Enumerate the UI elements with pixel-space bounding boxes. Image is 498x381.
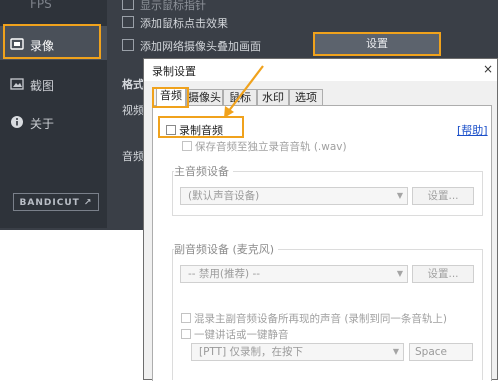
highlight-box-record-audio [158, 116, 244, 138]
push-to-talk-checkbox[interactable] [181, 329, 191, 339]
show-cursor-label: 显示鼠标指针 [140, 0, 206, 12]
chevron-down-icon: ▼ [392, 347, 399, 356]
sidebar-item-label: 关于 [30, 117, 55, 131]
main-device-group-title: 主音频设备 [174, 163, 233, 179]
mic-device-setup-button[interactable]: 设置... [412, 265, 474, 283]
highlight-box-record [3, 24, 101, 59]
webcam-overlay-row[interactable]: 添加网络摄像头叠加画面 [122, 38, 261, 54]
click-effect-row[interactable]: 添加鼠标点击效果 [122, 15, 228, 31]
tab-options[interactable]: 选项 [289, 89, 323, 105]
ptt-mode-value: [PTT] 仅录制，在按下 [199, 346, 304, 358]
tab-mouse[interactable]: 鼠标 [223, 89, 257, 105]
highlight-box-audio-tab [152, 87, 189, 108]
info-icon [10, 115, 24, 129]
help-link[interactable]: [帮助] [457, 122, 488, 138]
webcam-overlay-checkbox[interactable] [122, 39, 134, 51]
mix-devices-checkbox[interactable] [181, 313, 191, 323]
mic-device-group-title: 副音频设备 (麦克风) [174, 241, 279, 257]
format-label: 格式 [122, 78, 144, 91]
main-device-setup-button[interactable]: 设置... [412, 187, 474, 205]
main-device-value: (默认声音设备) [188, 190, 260, 202]
chevron-down-icon: ▼ [396, 269, 403, 278]
video-label: 视频 [122, 104, 144, 117]
ptt-hotkey-input[interactable]: Space [409, 343, 473, 361]
sidebar-item-fps[interactable]: FPS [0, 0, 107, 24]
bandicut-button[interactable]: BANDICUT ↗ [13, 193, 99, 211]
mix-devices-row[interactable]: 混录主副音频设备所再现的声音 (录制到同一条音轨上) [181, 311, 447, 326]
separate-track-checkbox[interactable] [182, 141, 192, 151]
mic-device-select[interactable]: -- 禁用(推荐) -- ▼ [180, 265, 408, 283]
sidebar-item-about[interactable]: 关于 [0, 104, 107, 142]
dialog-title: 录制设置 [152, 65, 196, 78]
push-to-talk-label: 一键讲话或一键静音 [194, 329, 289, 341]
tab-webcam[interactable]: 摄像头 [186, 89, 223, 105]
mix-devices-label: 混录主副音频设备所再现的声音 (录制到同一条音轨上) [194, 313, 448, 325]
image-icon [10, 77, 24, 91]
close-icon[interactable]: × [481, 61, 495, 77]
settings-button[interactable]: 设置 [313, 32, 441, 56]
separate-track-row[interactable]: 保存音频至独立录音音轨 (.wav) [182, 139, 347, 154]
main-device-select[interactable]: (默认声音设备) ▼ [180, 187, 408, 205]
chevron-down-icon: ▼ [396, 191, 403, 200]
push-to-talk-row[interactable]: 一键讲话或一键静音 [181, 327, 289, 342]
separate-track-label: 保存音频至独立录音音轨 (.wav) [195, 141, 347, 153]
show-cursor-row[interactable]: 显示鼠标指针 [122, 0, 206, 13]
tab-watermark[interactable]: 水印 [257, 89, 289, 105]
sidebar-item-label: FPS [30, 0, 52, 11]
sidebar-item-label: 截图 [30, 79, 55, 93]
click-effect-label: 添加鼠标点击效果 [140, 17, 228, 30]
webcam-overlay-label: 添加网络摄像头叠加画面 [140, 40, 261, 53]
ptt-mode-select[interactable]: [PTT] 仅录制，在按下 ▼ [191, 343, 404, 361]
dialog-titlebar: 录制设置 × [144, 59, 497, 81]
show-cursor-checkbox[interactable] [122, 0, 134, 10]
audio-label: 音频 [122, 150, 144, 163]
mic-device-value: -- 禁用(推荐) -- [188, 268, 261, 280]
click-effect-checkbox[interactable] [122, 16, 134, 28]
sidebar-item-screenshot[interactable]: 截图 [0, 66, 107, 104]
